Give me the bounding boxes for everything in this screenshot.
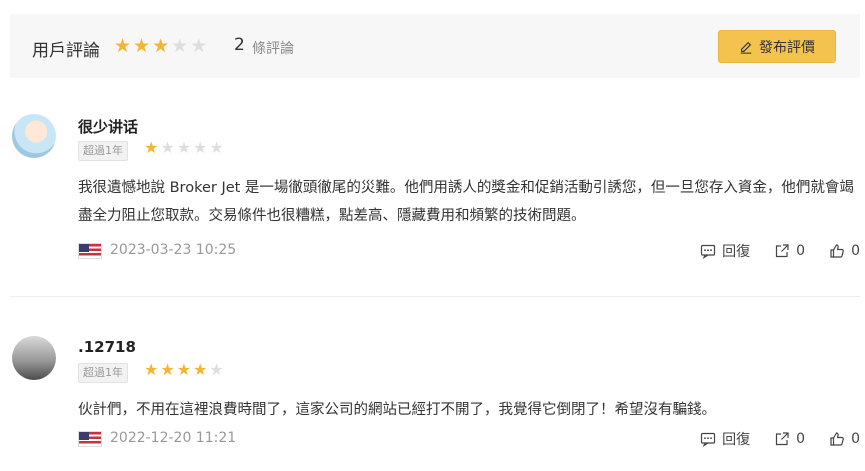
star-icon: ★ [190, 35, 208, 57]
like-button[interactable]: 0 [829, 431, 860, 447]
pen-icon [740, 41, 752, 54]
us-flag-icon [78, 431, 102, 447]
review-count: 2 [234, 35, 245, 55]
like-button[interactable]: 0 [829, 243, 860, 259]
star-icon: ★ [160, 138, 175, 157]
reply-button[interactable]: 回復 [700, 429, 750, 449]
star-icon: ★ [209, 138, 224, 157]
star-icon: ★ [144, 138, 159, 157]
username[interactable]: .12718 [78, 338, 136, 356]
tenure-badge: 超過1年 [78, 363, 128, 383]
star-icon: ★ [193, 360, 208, 379]
review-date: 2023-03-23 10:25 [110, 242, 237, 258]
reply-label: 回復 [722, 244, 751, 260]
thumbs-up-icon [830, 432, 844, 446]
review-rating: ★ ★ ★ ★ ★ [144, 139, 224, 157]
comment-icon [701, 244, 716, 259]
reply-button[interactable]: 回復 [700, 241, 750, 261]
like-count: 0 [851, 431, 860, 447]
avatar[interactable] [12, 336, 56, 380]
share-icon [776, 432, 789, 446]
star-icon: ★ [176, 138, 192, 157]
share-button[interactable]: 0 [774, 243, 805, 259]
star-icon: ★ [209, 360, 224, 379]
username[interactable]: 很少讲话 [78, 116, 138, 137]
comment-icon [701, 432, 716, 447]
header-title: 用戶評論 [32, 41, 100, 61]
share-icon [776, 244, 789, 258]
header-rating: ★ ★ ★ ★ ★ [114, 36, 207, 56]
star-icon: ★ [152, 35, 170, 57]
star-icon: ★ [133, 35, 151, 57]
star-icon: ★ [176, 360, 192, 379]
avatar[interactable] [12, 114, 56, 158]
tenure-badge: 超過1年 [78, 141, 128, 161]
star-icon: ★ [160, 360, 175, 379]
review-text: 伙計們，不用在這裡浪費時間了，這家公司的網站已經打不開了，我覺得它倒閉了！希望沒… [78, 402, 716, 418]
write-review-label: 發布評價 [759, 39, 815, 56]
review-text: 我很遺憾地說 Broker Jet 是一場徹頭徹尾的災難。他們用誘人的獎金和促銷… [78, 180, 854, 224]
review-actions: 回復 0 0 [676, 429, 860, 449]
review-rating: ★ ★ ★ ★ ★ [144, 361, 224, 379]
review-divider [10, 296, 860, 297]
share-count: 0 [796, 431, 806, 447]
review-count-label: 條評論 [252, 41, 294, 57]
write-review-button[interactable]: 發布評價 [718, 30, 836, 63]
star-icon: ★ [193, 138, 208, 157]
share-count: 0 [796, 243, 806, 259]
reply-label: 回復 [722, 432, 751, 448]
share-button[interactable]: 0 [774, 431, 805, 447]
like-count: 0 [851, 243, 860, 259]
reviews-header: 用戶評論 ★ ★ ★ ★ ★ 2 條評論 發布評價 [10, 14, 860, 78]
thumbs-up-icon [830, 244, 844, 258]
us-flag-icon [78, 243, 102, 259]
star-icon: ★ [171, 35, 189, 57]
review-date: 2022-12-20 11:21 [110, 430, 237, 446]
star-icon: ★ [144, 360, 159, 379]
review-actions: 回復 0 0 [676, 241, 860, 261]
star-icon: ★ [114, 35, 132, 57]
